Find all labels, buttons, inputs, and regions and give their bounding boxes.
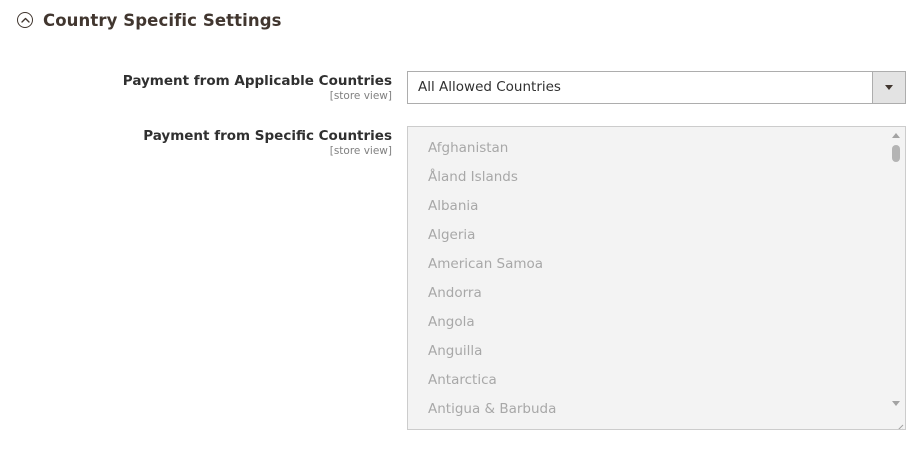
country-option[interactable]: Åland Islands: [408, 164, 556, 193]
chevron-up-circle-icon[interactable]: [17, 12, 33, 28]
country-option[interactable]: Albania: [408, 193, 556, 222]
country-option[interactable]: Antarctica: [408, 367, 556, 396]
specific-countries-label: Payment from Specific Countries: [143, 128, 392, 144]
applicable-countries-selected-value: All Allowed Countries: [418, 79, 561, 95]
select-toggle-button[interactable]: [872, 72, 905, 103]
config-page: Country Specific Settings Payment from A…: [0, 0, 921, 451]
applicable-countries-select[interactable]: All Allowed Countries: [407, 71, 906, 104]
applicable-countries-label: Payment from Applicable Countries: [122, 73, 392, 89]
applicable-countries-label-block: Payment from Applicable Countries [store…: [123, 72, 392, 102]
applicable-countries-scope: [store view]: [329, 90, 392, 102]
caret-down-icon: [885, 85, 893, 90]
country-option[interactable]: Andorra: [408, 280, 556, 309]
country-option[interactable]: Anguilla: [408, 338, 556, 367]
country-option[interactable]: Antigua & Barbuda: [408, 396, 556, 425]
caret-down-icon[interactable]: [892, 401, 900, 406]
resize-grip-icon[interactable]: [894, 418, 904, 429]
section-title: Country Specific Settings: [43, 10, 282, 30]
country-option[interactable]: Angola: [408, 309, 556, 338]
scrollbar-thumb[interactable]: [892, 145, 900, 162]
specific-countries-scope: [store view]: [329, 145, 392, 157]
multiselect-scrollbar[interactable]: [889, 128, 904, 428]
specific-countries-multiselect[interactable]: Afghanistan Åland Islands Albania Algeria Am…: [407, 126, 906, 430]
country-option[interactable]: American Samoa: [408, 251, 556, 280]
caret-up-icon[interactable]: [892, 133, 900, 138]
country-option[interactable]: Afghanistan: [408, 135, 556, 164]
section-header-country-specific[interactable]: Country Specific Settings: [17, 8, 282, 32]
country-option[interactable]: Algeria: [408, 222, 556, 251]
specific-countries-label-block: Payment from Specific Countries [store v…: [143, 127, 392, 157]
country-options-list: Afghanistan Åland Islands Albania Algeria Am…: [408, 135, 556, 425]
